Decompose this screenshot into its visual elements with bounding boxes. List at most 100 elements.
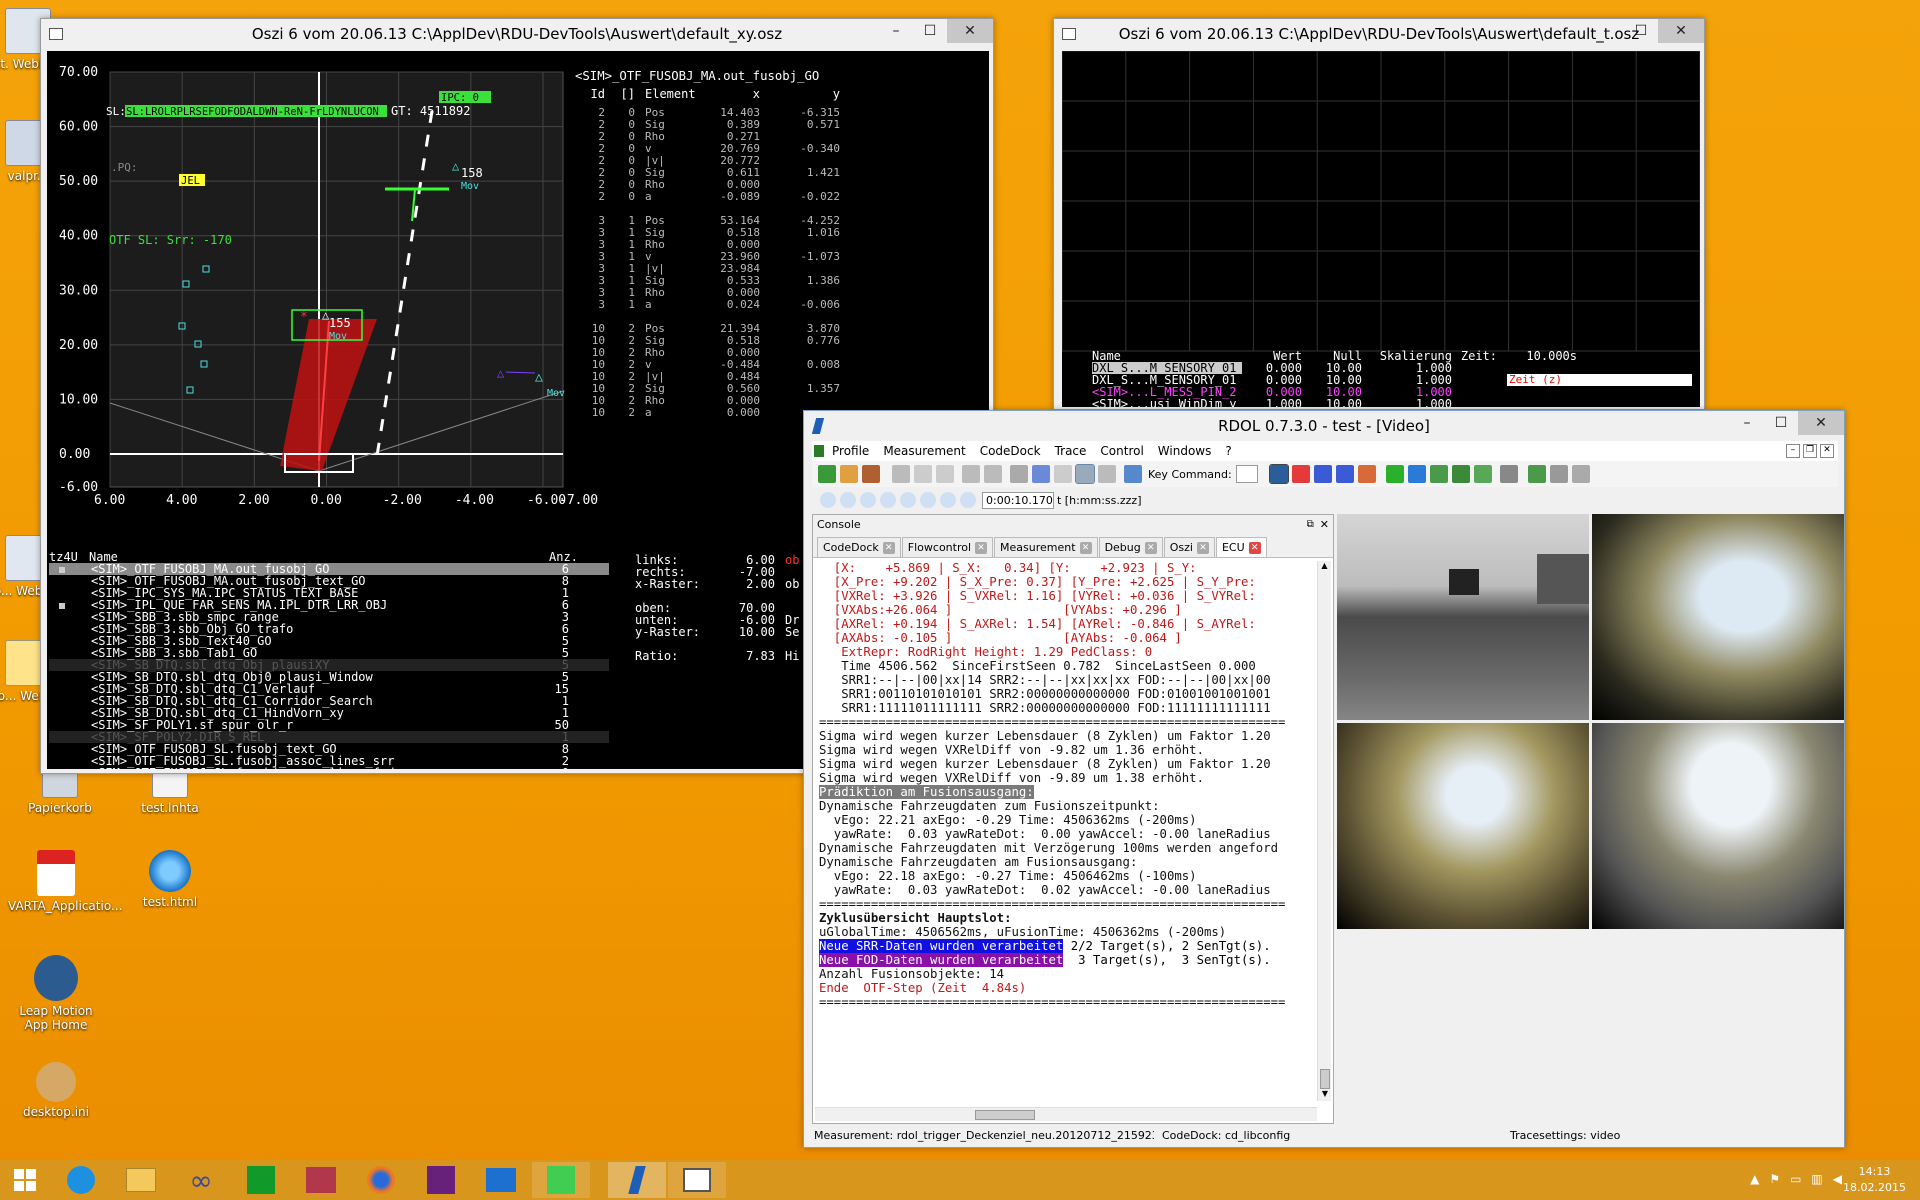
tab-close-icon[interactable]: ✕ — [1196, 541, 1209, 554]
video-camera-right[interactable] — [1592, 514, 1844, 720]
cut-icon[interactable] — [892, 465, 910, 483]
console-output[interactable]: [X: +5.869 | S_X: 0.34] [Y: +2.923 | S_Y… — [815, 561, 1317, 1099]
desktop-icon-varta-pdf[interactable]: VARTA_Applicatio... — [8, 850, 122, 913]
maximize-button[interactable]: ☐ — [1624, 19, 1658, 43]
list-item-flag[interactable] — [49, 719, 89, 731]
menu-item[interactable]: Trace — [1055, 444, 1087, 458]
trace-icon[interactable] — [1357, 465, 1376, 483]
list-item[interactable]: <SIM>_OTF_FUSOBJ_SL.fusobj_assoc_lines_f… — [49, 767, 609, 769]
tab-codedock[interactable]: CodeDock ✕ — [817, 537, 901, 557]
list-item-flag[interactable] — [49, 671, 89, 683]
dock-close-button[interactable]: ✕ — [1320, 518, 1329, 531]
minimize-button[interactable]: – — [879, 19, 913, 43]
list-icon[interactable] — [1499, 465, 1518, 483]
undo-icon[interactable] — [962, 465, 980, 483]
tab-oszi[interactable]: Oszi ✕ — [1163, 537, 1215, 557]
step-forward-fast-icon[interactable] — [920, 492, 936, 508]
tab-ecu[interactable]: ECU ✕ — [1215, 537, 1267, 557]
mdi-restore-button[interactable]: ❐ — [1803, 444, 1817, 458]
link-icon[interactable] — [1032, 465, 1050, 483]
tab-close-icon[interactable]: ✕ — [975, 541, 988, 554]
tab-close-icon[interactable]: ✕ — [1079, 541, 1092, 554]
list-item-flag[interactable] — [49, 683, 89, 695]
scroll-down-icon[interactable]: ▼ — [1318, 1089, 1332, 1101]
minimize-button[interactable]: – — [1590, 19, 1624, 43]
list-item-flag[interactable] — [49, 695, 89, 707]
list-item-flag[interactable] — [49, 635, 89, 647]
table-icon[interactable] — [1473, 465, 1492, 483]
gear-icon[interactable] — [1098, 465, 1116, 483]
tab-close-icon[interactable]: ✕ — [1144, 541, 1157, 554]
taskbar-rdol[interactable] — [608, 1162, 666, 1198]
loop-icon[interactable] — [940, 492, 956, 508]
redo-icon[interactable] — [984, 465, 1002, 483]
list-item-flag[interactable] — [49, 731, 89, 743]
tray-network-icon[interactable]: ▥ — [1811, 1172, 1822, 1186]
close-button[interactable]: ✕ — [947, 19, 993, 43]
menu-item[interactable]: Profile — [832, 444, 869, 458]
video-camera-front[interactable] — [1337, 514, 1589, 720]
signal-row[interactable]: <SIM>...usi_WinDim_y 1.000 10.00 1.000 — [1092, 398, 1577, 407]
stats-icon[interactable] — [1429, 465, 1448, 483]
list-item-flag[interactable] — [49, 563, 89, 575]
dock-float-button[interactable]: ⧉ — [1307, 519, 1314, 530]
pause-icon[interactable] — [820, 492, 836, 508]
taskbar-scope[interactable] — [292, 1162, 350, 1198]
taskbar-infinity[interactable]: ∞ — [172, 1162, 230, 1198]
obj-158-marker[interactable]: △ — [452, 159, 460, 173]
tray-expand-icon[interactable]: ▲ — [1750, 1172, 1759, 1186]
hscroll-thumb[interactable] — [975, 1110, 1035, 1120]
close-button[interactable]: ✕ — [1658, 19, 1704, 43]
menu-item[interactable]: CodeDock — [980, 444, 1041, 458]
tray-flag-icon[interactable]: ⚑ — [1769, 1172, 1780, 1186]
box-icon[interactable] — [1054, 465, 1072, 483]
scroll-thumb[interactable] — [1320, 1069, 1330, 1089]
list-item-flag[interactable] — [49, 599, 89, 611]
signal-icon[interactable] — [1291, 465, 1310, 483]
list-item-flag[interactable] — [49, 755, 89, 767]
desktop-icon-leap-motion[interactable]: Leap Motion App Home — [8, 955, 104, 1032]
taskbar-firefox[interactable] — [352, 1162, 410, 1198]
graph-icon[interactable] — [1313, 465, 1332, 483]
video-icon[interactable] — [1268, 464, 1289, 484]
open-icon[interactable] — [840, 465, 858, 483]
taskbar-mail[interactable] — [472, 1162, 530, 1198]
step-forward-icon[interactable] — [900, 492, 916, 508]
tab-flowcontrol[interactable]: Flowcontrol ✕ — [901, 537, 994, 557]
tray-volume-icon[interactable]: ◀ — [1833, 1172, 1842, 1186]
console-vscroll[interactable]: ▲ ▼ — [1317, 561, 1331, 1101]
oszi-xy-titlebar[interactable]: Oszi 6 vom 20.06.13 C:\ApplDev\RDU-DevTo… — [41, 19, 993, 49]
key-command-input[interactable] — [1235, 465, 1258, 483]
mdi-close-button[interactable]: ✕ — [1820, 444, 1834, 458]
tab-close-icon[interactable]: ✕ — [882, 541, 895, 554]
scroll-up-icon[interactable]: ▲ — [1318, 561, 1331, 573]
clock[interactable]: 14:13 18.02.2015 — [1843, 1164, 1906, 1196]
keyboard-icon[interactable] — [1124, 465, 1142, 483]
taskbar-visual-studio[interactable] — [412, 1162, 470, 1198]
save-icon[interactable] — [862, 465, 880, 483]
export-icon[interactable] — [1527, 465, 1546, 483]
close-button[interactable]: ✕ — [1798, 411, 1844, 435]
list-item-flag[interactable] — [49, 647, 89, 659]
desktop-icon-desktopini[interactable]: desktop.ini — [8, 1062, 104, 1119]
tab-measurement[interactable]: Measurement ✕ — [994, 537, 1098, 557]
eye-icon[interactable] — [960, 492, 976, 508]
list-item-flag[interactable] — [49, 743, 89, 755]
time-input[interactable]: 0:00:10.170 — [982, 491, 1054, 509]
step-back-fast-icon[interactable] — [880, 492, 896, 508]
monitor-icon[interactable] — [1571, 465, 1590, 483]
step-back-icon[interactable] — [860, 492, 876, 508]
taskbar-ie[interactable] — [52, 1162, 110, 1198]
layout-icon[interactable] — [1075, 464, 1095, 484]
menu-item[interactable]: Control — [1100, 444, 1143, 458]
time-plot[interactable] — [1062, 51, 1700, 361]
refresh-icon[interactable] — [818, 465, 836, 483]
console-hscroll[interactable] — [815, 1107, 1317, 1121]
pen-icon[interactable] — [1010, 465, 1028, 483]
video-camera-left[interactable] — [1337, 723, 1589, 929]
menu-item[interactable]: ? — [1225, 444, 1231, 458]
taskbar-qt[interactable] — [532, 1162, 590, 1198]
print-icon[interactable] — [1549, 465, 1568, 483]
tab-close-icon[interactable]: ✕ — [1248, 541, 1261, 554]
start-button[interactable] — [0, 1162, 50, 1198]
